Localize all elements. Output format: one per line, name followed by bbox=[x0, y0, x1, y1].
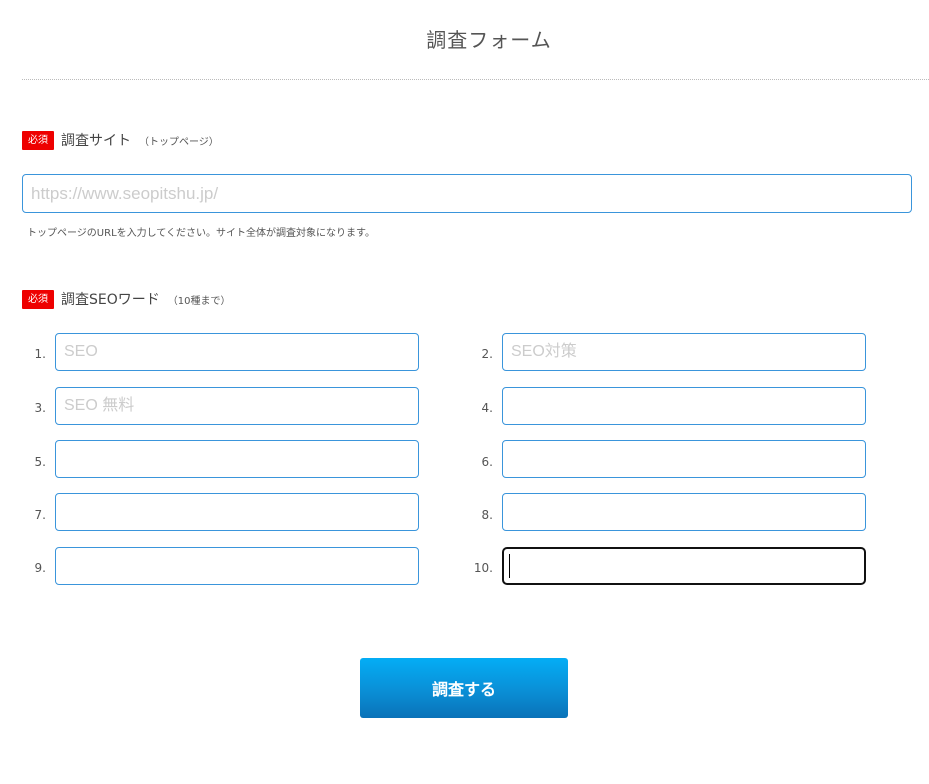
keyword-number: 4. bbox=[481, 401, 493, 415]
keyword-input-6[interactable] bbox=[502, 440, 866, 478]
keyword-input-3[interactable] bbox=[55, 387, 419, 425]
site-field-sublabel: （トップページ） bbox=[139, 136, 219, 148]
site-field-label-row: 必須 調査サイト （トップページ） bbox=[22, 130, 219, 150]
text-caret bbox=[509, 554, 510, 578]
page-title: 調査フォーム bbox=[426, 28, 552, 52]
keywords-field-label-row: 必須 調査SEOワード （10種まで） bbox=[22, 289, 231, 309]
keyword-number: 8. bbox=[481, 508, 493, 522]
keyword-number: 6. bbox=[481, 455, 493, 469]
keyword-number: 2. bbox=[481, 347, 493, 361]
keyword-input-2[interactable] bbox=[502, 333, 866, 371]
keyword-input-10[interactable] bbox=[502, 547, 866, 585]
keyword-input-8[interactable] bbox=[502, 493, 866, 531]
keyword-number: 9. bbox=[34, 561, 46, 575]
keyword-input-9[interactable] bbox=[55, 547, 419, 585]
keyword-input-4[interactable] bbox=[502, 387, 866, 425]
keyword-input-1[interactable] bbox=[55, 333, 419, 371]
keyword-number: 1. bbox=[34, 347, 46, 361]
required-badge: 必須 bbox=[22, 130, 54, 150]
site-field-label: 調査サイト bbox=[61, 133, 131, 149]
keyword-number: 3. bbox=[34, 401, 46, 415]
keyword-number: 10. bbox=[473, 561, 493, 575]
keywords-field-sublabel: （10種まで） bbox=[167, 295, 231, 307]
keywords-field-label: 調査SEOワード bbox=[61, 292, 160, 308]
keyword-input-7[interactable] bbox=[55, 493, 419, 531]
submit-button[interactable]: 調査する bbox=[360, 658, 568, 718]
title-divider bbox=[22, 79, 929, 80]
keyword-number: 7. bbox=[34, 508, 46, 522]
site-url-input[interactable] bbox=[22, 174, 912, 213]
keyword-number: 5. bbox=[34, 455, 46, 469]
required-badge: 必須 bbox=[22, 289, 54, 309]
site-field-help-text: トップページのURLを入力してください。サイト全体が調査対象になります。 bbox=[27, 228, 376, 239]
keyword-input-5[interactable] bbox=[55, 440, 419, 478]
